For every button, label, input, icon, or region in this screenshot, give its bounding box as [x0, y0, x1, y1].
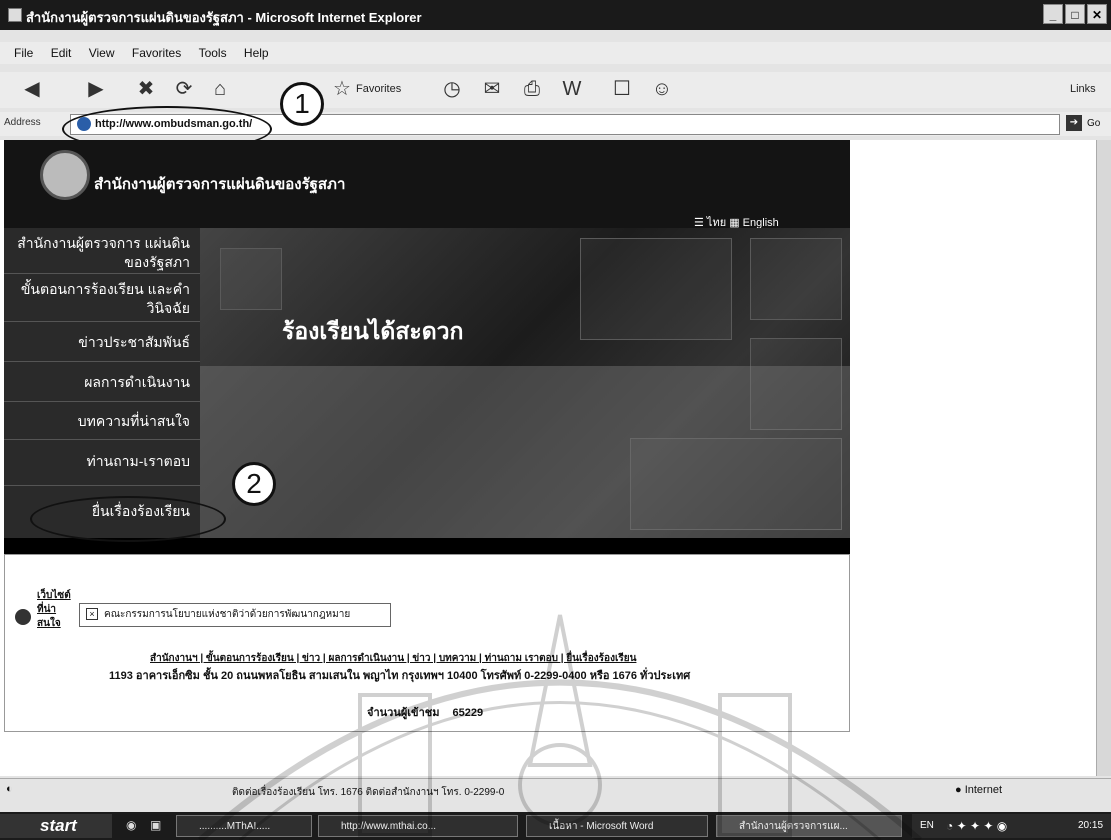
history-icon[interactable]: ◷ [440, 77, 464, 101]
site-header: สำนักงานผู้ตรวจการแผ่นดินของรัฐสภา ☰ ไทย… [4, 140, 850, 229]
broken-image-icon: × [86, 608, 98, 620]
hero-headline: ร้องเรียนได้สะดวก [282, 318, 464, 344]
globe-icon: ● [955, 784, 965, 796]
stop-icon[interactable]: ✖ [134, 77, 158, 101]
ie-window-icon [8, 8, 22, 22]
footer-address: 1193 อาคารเอ็กซิม ชั้น 20 ถนนพหลโยธิน สา… [109, 670, 691, 682]
mail-icon[interactable]: ✉ [480, 77, 504, 101]
windows-taskbar: start ◉ ▣ ..........MThAI..... http://ww… [0, 812, 1111, 840]
visitor-count: 65229 [452, 707, 484, 719]
nav-item-qa[interactable]: ท่านถาม-เราตอบ [4, 440, 200, 486]
quicklaunch-ie-icon[interactable]: ◉ [126, 818, 136, 832]
page-viewport: สำนักงานผู้ตรวจการแผ่นดินของรัฐสภา ☰ ไทย… [0, 140, 1096, 776]
footer-logo-icon [15, 609, 31, 625]
print-icon[interactable]: ⎙ [520, 77, 544, 101]
standard-toolbar: ◀ ▶ ✖ ⟳ ⌂ ☆ Favorites ◷ ✉ ⎙ W ☐ ☺ Links [0, 72, 1111, 108]
minimize-button[interactable]: _ [1043, 4, 1063, 24]
hero-tile [580, 238, 732, 340]
home-icon[interactable]: ⌂ [208, 77, 232, 101]
taskbar-item-mthai[interactable]: ..........MThAI..... [176, 815, 312, 837]
vertical-scrollbar[interactable] [1096, 140, 1111, 776]
menu-edit[interactable]: Edit [51, 42, 72, 64]
site-name: สำนักงานผู้ตรวจการแผ่นดินของรัฐสภา [94, 176, 346, 193]
zone-label: Internet [964, 784, 1003, 796]
menu-help[interactable]: Help [244, 42, 269, 64]
menu-bar: File Edit View Favorites Tools Help [0, 42, 1111, 64]
quicklaunch-desktop-icon[interactable]: ▣ [150, 818, 161, 832]
menu-view[interactable]: View [89, 42, 115, 64]
discuss-icon[interactable]: ☐ [610, 77, 634, 101]
footer-links[interactable]: สำนักงานฯ | ขั้นตอนการร้องเรียน | ข่าว |… [150, 651, 636, 666]
nav-item-results[interactable]: ผลการดำเนินงาน [4, 362, 200, 402]
clock[interactable]: 20:15 [1078, 820, 1103, 831]
forward-icon[interactable]: ▶ [84, 77, 108, 101]
refresh-icon[interactable]: ⟳ [172, 77, 196, 101]
left-navigation: สำนักงานผู้ตรวจการ แผ่นดินของรัฐสภา ขั้น… [4, 228, 200, 538]
related-sites-link[interactable]: เว็บไซต์ที่น่าสนใจ [37, 589, 71, 631]
visitor-label: จำนวนผู้เข้าชม [367, 707, 440, 719]
window-title: สำนักงานผู้ตรวจการแผ่นดินของรัฐสภา - Mic… [26, 10, 422, 25]
visitor-counter: จำนวนผู้เข้าชม 65229 [367, 703, 483, 721]
window-title-bar: สำนักงานผู้ตรวจการแผ่นดินของรัฐสภา - Mic… [0, 0, 1111, 30]
menu-tools[interactable]: Tools [199, 42, 227, 64]
hero-overlay [200, 366, 850, 538]
site-footer: เว็บไซต์ที่น่าสนใจ × คณะกรรมการนโยบายแห่ง… [4, 554, 850, 732]
address-label: Address [4, 117, 41, 128]
partner-link-box[interactable]: × คณะกรรมการนโยบายแห่งชาติว่าด้วยการพัฒนา… [79, 603, 391, 627]
links-label[interactable]: Links [1070, 83, 1096, 95]
callout-number-2: 2 [232, 462, 276, 506]
menu-file[interactable]: File [14, 42, 33, 64]
favorites-label[interactable]: Favorites [356, 83, 401, 95]
nav-item-news[interactable]: ข่าวประชาสัมพันธ์ [4, 322, 200, 362]
taskbar-item-word[interactable]: เนื้อหา - Microsoft Word [526, 815, 708, 837]
nav-item-complaint-steps[interactable]: ขั้นตอนการร้องเรียน และคำวินิจฉัย [4, 274, 200, 322]
nav-item-articles[interactable]: บทความที่น่าสนใจ [4, 402, 200, 440]
favorites-icon[interactable]: ☆ [330, 77, 354, 101]
hero-tile [220, 248, 282, 310]
status-bar: ◐ ติดต่อเรื่องร้องเรียน โทร. 1676 ติดต่อ… [0, 778, 1111, 801]
go-arrow-icon[interactable]: ➔ [1066, 115, 1082, 131]
start-button[interactable]: start [0, 814, 112, 838]
hero-banner: ร้องเรียนได้สะดวก [200, 228, 850, 538]
tray-icons[interactable]: ◔ ✦ ✦ ✦ ◉ [946, 819, 1007, 833]
go-button[interactable]: Go [1087, 118, 1100, 129]
status-message: ติดต่อเรื่องร้องเรียน โทร. 1676 ติดต่อสำ… [232, 787, 505, 798]
page-status-icon: ◐ [6, 783, 13, 795]
security-zone: ● Internet [955, 784, 1002, 796]
hero-tile [750, 238, 842, 320]
word-icon[interactable]: W [560, 77, 584, 101]
menu-favorites[interactable]: Favorites [132, 42, 181, 64]
taskbar-item-ombudsman[interactable]: สำนักงานผู้ตรวจการแผ... [716, 815, 902, 837]
close-button[interactable]: ✕ [1087, 4, 1107, 24]
ombudsman-seal-logo[interactable] [40, 150, 90, 200]
callout-number-1: 1 [280, 82, 324, 126]
language-indicator[interactable]: EN [920, 820, 934, 831]
back-icon[interactable]: ◀ [20, 77, 44, 101]
maximize-button[interactable]: □ [1065, 4, 1085, 24]
messenger-icon[interactable]: ☺ [650, 77, 674, 101]
taskbar-item-mthai-url[interactable]: http://www.mthai.co... [318, 815, 518, 837]
system-tray: EN ◔ ✦ ✦ ✦ ◉ 20:15 [912, 814, 1111, 838]
submit-complaint-highlight-ellipse [30, 496, 226, 542]
nav-item-office[interactable]: สำนักงานผู้ตรวจการ แผ่นดินของรัฐสภา [4, 232, 200, 274]
partner-link-text[interactable]: คณะกรรมการนโยบายแห่งชาติว่าด้วยการพัฒนาก… [104, 609, 350, 620]
